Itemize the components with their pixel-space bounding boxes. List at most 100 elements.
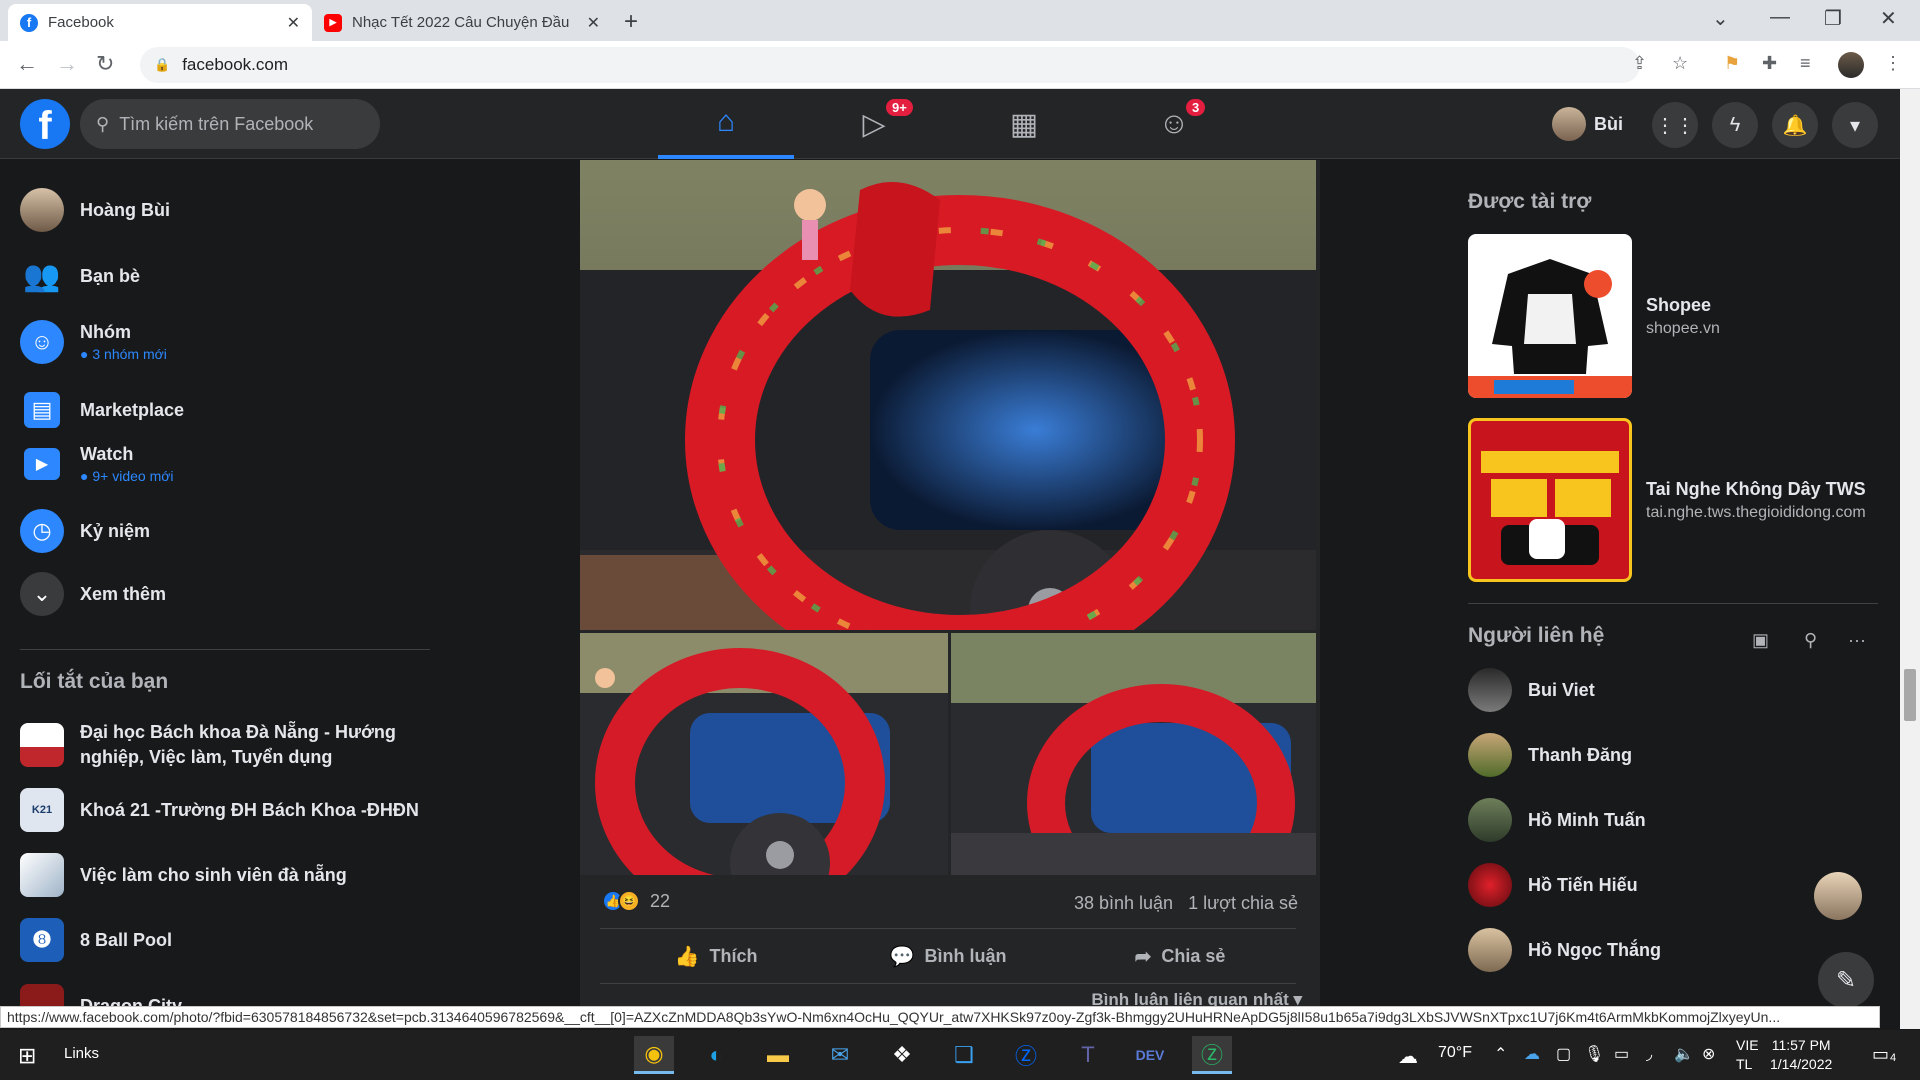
profile-avatar-icon[interactable] <box>1838 52 1864 78</box>
reload-icon[interactable]: ↻ <box>96 51 114 77</box>
search-icon[interactable]: ⚲ <box>1804 630 1817 651</box>
sidebar-item-groups[interactable]: ☺ Nhóm ● 3 nhóm mới <box>20 314 430 370</box>
profile-name: Bùi <box>1594 113 1623 134</box>
contact-item[interactable]: Thanh Đăng <box>1468 729 1878 781</box>
puzzle-icon[interactable]: ✚ <box>1762 53 1777 74</box>
profile-button[interactable]: Bùi <box>1552 103 1623 145</box>
chrome-icon[interactable]: ◉ <box>634 1036 674 1074</box>
account-button[interactable]: ▾ <box>1832 102 1878 148</box>
page-scrollbar[interactable] <box>1900 89 1920 1029</box>
address-bar[interactable]: 🔒 facebook.com <box>140 47 1640 83</box>
contact-item[interactable]: Hồ Ngọc Thắng <box>1468 924 1878 976</box>
vpn-icon[interactable]: ⊗ <box>1702 1044 1715 1064</box>
reaction-summary[interactable]: 👍 😆 22 <box>602 890 670 912</box>
volume-icon[interactable]: 🔈 <box>1674 1044 1694 1064</box>
notifications-button[interactable]: 🔔 <box>1772 102 1818 148</box>
sidebar-item-marketplace[interactable]: ▤ Marketplace <box>20 382 430 438</box>
shortcut-item[interactable]: K21 Khoá 21 -Trường ĐH Bách Khoa -ĐHĐN <box>20 782 430 838</box>
sidebar-item-label: Hoàng Bùi <box>80 199 170 220</box>
share-button[interactable]: ➦ Chia sẻ <box>1064 929 1296 983</box>
tab-facebook[interactable]: f Facebook ✕ <box>8 4 312 41</box>
scrollbar-thumb[interactable] <box>1904 669 1916 721</box>
minimize-icon[interactable]: — <box>1770 6 1790 29</box>
ad-item[interactable]: Shopee shopee.vn <box>1468 233 1878 399</box>
shortcut-item[interactable]: ❽ 8 Ball Pool <box>20 912 430 968</box>
onedrive-icon[interactable]: ☁ <box>1524 1044 1540 1064</box>
more-options-icon[interactable]: ··· <box>1848 630 1866 651</box>
tab-marketplace[interactable]: ▦ <box>956 89 1092 159</box>
shortcut-item[interactable]: Đại học Bách khoa Đà Nẵng - Hướng nghiệp… <box>20 712 430 778</box>
ad-item[interactable]: Tai Nghe Không Dây TWS tai.nghe.tws.theg… <box>1468 417 1878 583</box>
video-call-icon[interactable]: ▣ <box>1752 630 1769 651</box>
comment-button[interactable]: 💬 Bình luận <box>832 929 1064 983</box>
teams-icon[interactable]: T <box>1068 1036 1108 1074</box>
messenger-button[interactable]: ϟ <box>1712 102 1758 148</box>
like-label: Thích <box>709 945 758 966</box>
tab-groups[interactable]: ☺ 3 <box>1106 89 1242 159</box>
contact-name: Hồ Tiến Hiếu <box>1528 874 1638 895</box>
shortcut-item[interactable]: Việc làm cho sinh viên đà nẵng <box>20 847 430 903</box>
facebook-logo[interactable]: f <box>20 99 70 149</box>
mail-icon[interactable]: ✉ <box>820 1036 860 1074</box>
new-message-button[interactable]: ✎ <box>1818 952 1874 1008</box>
vscode-icon[interactable]: ❑ <box>944 1036 984 1074</box>
notification-center-icon[interactable]: ▭ <box>1872 1044 1889 1065</box>
contact-item[interactable]: Hồ Minh Tuấn <box>1468 794 1878 846</box>
system-clock[interactable]: 11:57 PM 1/14/2022 <box>1770 1036 1832 1074</box>
close-tab-icon[interactable]: ✕ <box>287 13 300 33</box>
edge-icon[interactable]: ◐ <box>696 1036 736 1074</box>
sidebar-item-label: Bạn bè <box>80 265 141 286</box>
search-input[interactable] <box>119 113 350 135</box>
forward-icon[interactable]: → <box>56 51 78 77</box>
menu-grid-button[interactable]: ⋮⋮ <box>1652 102 1698 148</box>
tab-home[interactable]: ⌂ <box>658 89 794 159</box>
sidebar-item-friends[interactable]: 👥 Bạn bè <box>20 248 430 304</box>
sidebar-item-see-more[interactable]: ⌄ Xem thêm <box>20 566 430 622</box>
ad-image <box>1468 418 1632 582</box>
tab-youtube[interactable]: ▶ Nhạc Tết 2022 Câu Chuyện Đầu N ✕ <box>312 4 612 41</box>
links-toolbar[interactable]: Links <box>64 1045 99 1062</box>
back-icon[interactable]: ← <box>16 51 38 77</box>
file-explorer-icon[interactable]: ▬ <box>758 1036 798 1074</box>
comment-count-link[interactable]: 38 bình luận <box>1074 893 1173 913</box>
sidebar-item-profile[interactable]: Hoàng Bùi <box>20 182 430 238</box>
post-photo-main[interactable] <box>580 160 1316 630</box>
url-text: facebook.com <box>182 55 289 74</box>
device-icon[interactable]: ▢ <box>1556 1044 1571 1064</box>
wifi-icon[interactable]: ◞ <box>1646 1044 1652 1064</box>
sidebar-item-watch[interactable]: ▶ Watch ● 9+ video mới <box>20 436 430 492</box>
contact-name: Hồ Minh Tuấn <box>1528 809 1646 830</box>
share-icon[interactable]: ⇪ <box>1632 53 1647 74</box>
sidebar-item-memories[interactable]: ◷ Kỷ niệm <box>20 503 430 559</box>
search-box[interactable]: ⚲ <box>80 99 380 149</box>
extension-icon[interactable]: ⚑ <box>1724 53 1740 74</box>
windows-start-icon[interactable]: ⊞ <box>18 1043 36 1069</box>
restore-icon[interactable]: ❐ <box>1824 6 1842 31</box>
zalo-icon[interactable]: Ⓩ <box>1006 1036 1046 1074</box>
share-count-link[interactable]: 1 lượt chia sẻ <box>1188 893 1298 913</box>
zalo-active-icon[interactable]: Ⓩ <box>1192 1036 1232 1074</box>
weather-icon[interactable]: ☁ <box>1398 1044 1418 1069</box>
close-window-icon[interactable]: ✕ <box>1880 6 1897 31</box>
chat-head-avatar[interactable] <box>1814 872 1862 920</box>
devc-icon[interactable]: DEV <box>1130 1036 1170 1074</box>
post-photo[interactable] <box>951 633 1316 875</box>
post-photo[interactable] <box>580 633 948 875</box>
clock-time: 11:57 PM <box>1771 1037 1831 1053</box>
bookmark-star-icon[interactable]: ☆ <box>1672 53 1688 74</box>
tab-search-icon[interactable]: ⌄ <box>1712 6 1729 31</box>
contact-item[interactable]: Bui Viet <box>1468 664 1878 716</box>
microphone-icon[interactable]: 🎙 <box>1584 1044 1604 1064</box>
media-control-icon[interactable]: ≡ <box>1800 53 1811 74</box>
battery-icon[interactable]: ▭ <box>1614 1044 1629 1064</box>
new-tab-button[interactable]: + <box>624 8 638 36</box>
browser-menu-icon[interactable]: ⋮ <box>1884 53 1902 74</box>
input-language[interactable]: VIE TL <box>1736 1036 1759 1074</box>
like-button[interactable]: 👍 Thích <box>600 929 832 983</box>
tray-chevron-icon[interactable]: ⌃ <box>1494 1044 1507 1064</box>
watch-badge: 9+ <box>886 99 913 116</box>
sidebar-item-sub-text: 3 nhóm mới <box>92 346 167 362</box>
dropbox-icon[interactable]: ❖ <box>882 1036 922 1074</box>
close-tab-icon[interactable]: ✕ <box>587 13 600 33</box>
tab-watch[interactable]: ▷ 9+ <box>806 89 942 159</box>
